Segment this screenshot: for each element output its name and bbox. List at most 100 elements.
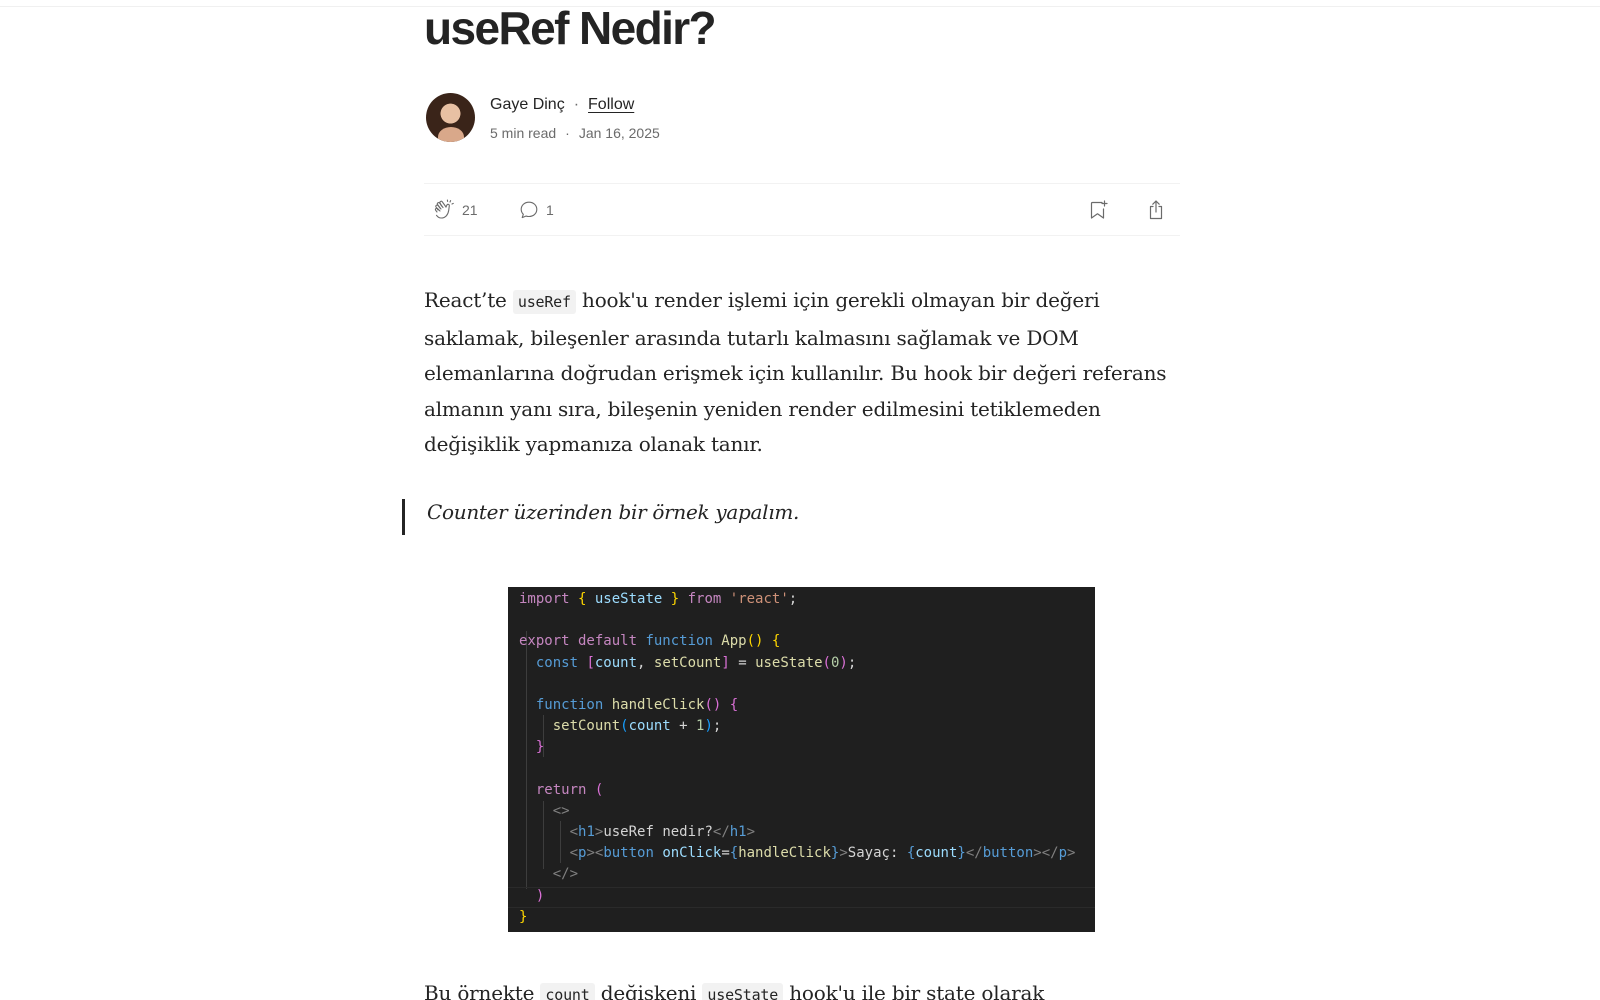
inline-code-useref: useRef (512, 290, 576, 314)
code-token: default (569, 633, 646, 650)
code-token: handleClick (611, 696, 705, 713)
code-token: < (519, 845, 579, 862)
article-title: useRef Nedir? (424, 2, 717, 54)
code-token: function (519, 696, 612, 713)
share-button[interactable] (1144, 184, 1168, 236)
code-token: useState (586, 591, 671, 607)
code-token: setCount (653, 654, 722, 671)
code-token: > (746, 824, 756, 841)
code-line: ) (519, 886, 1095, 907)
code-token: < (519, 824, 579, 841)
code-token: function (645, 633, 713, 650)
code-token: { (906, 845, 916, 862)
code-token: ; (712, 718, 722, 735)
code-token: useState (755, 654, 823, 671)
code-token: useRef nedir? (603, 824, 713, 841)
code-screenshot[interactable]: import { useState } from 'react'; export … (508, 587, 1095, 932)
meta-separator: · (565, 125, 570, 141)
code-token: count (915, 845, 958, 862)
bookmark-add-icon (1086, 198, 1110, 222)
following-text-1: Bu örnekte (424, 981, 541, 1000)
code-token: button (603, 845, 654, 862)
code-token: Sayaç: (847, 845, 907, 862)
save-button[interactable] (1086, 184, 1110, 236)
code-line: <> (519, 801, 1095, 822)
share-icon (1144, 198, 1168, 222)
code-token: ; (788, 591, 798, 607)
code-token: ) (519, 887, 545, 904)
code-token: } (519, 908, 528, 925)
intro-paragraph: React’te useRef hook'u render işlemi içi… (424, 283, 1180, 463)
code-line: function handleClick() { (519, 695, 1095, 716)
author-name[interactable]: Gaye Dinç (490, 96, 565, 114)
article-meta: 5 min read · Jan 16, 2025 (490, 125, 660, 141)
author-separator: · (573, 96, 580, 113)
code-token: </ (712, 824, 730, 841)
code-token: </ (965, 845, 983, 862)
code-token: >< (586, 845, 604, 862)
code-token: return (519, 781, 595, 798)
code-token: () (704, 696, 722, 713)
clap-count: 21 (462, 202, 478, 218)
code-token: h1 (578, 824, 595, 841)
publish-date: Jan 16, 2025 (578, 125, 660, 141)
code-token: setCount (519, 718, 621, 735)
code-token: const (519, 654, 587, 671)
blockquote: Counter üzerinden bir örnek yapalım. (427, 500, 800, 524)
code-token: ; (847, 654, 857, 671)
code-token: ) (704, 718, 713, 735)
code-token: } (670, 591, 680, 607)
comment-icon (518, 199, 540, 221)
code-token: + (670, 718, 697, 735)
article-action-bar: 21 1 (424, 183, 1180, 236)
code-token: } (957, 845, 966, 862)
code-token: ( (594, 781, 604, 798)
following-text-3: hook'u ile bir state olarak (783, 981, 1045, 1000)
code-token: } (519, 739, 545, 756)
code-line: const [count, setCount] = useState(0); (519, 653, 1095, 674)
follow-button[interactable]: Follow (588, 96, 634, 114)
read-time: 5 min read (490, 125, 557, 141)
code-token: p (1058, 845, 1068, 862)
following-paragraph: Bu örnekte count değişkeni useState hook… (424, 976, 1180, 1000)
code-line: </> (519, 864, 1095, 885)
code-token: , (637, 654, 654, 671)
responses-button[interactable]: 1 (518, 184, 554, 236)
code-token: h1 (729, 824, 747, 841)
code-token: count (594, 654, 638, 671)
code-line: } (519, 907, 1095, 928)
code-token: export (519, 633, 570, 650)
code-line: } (519, 737, 1095, 758)
code-line: <h1>useRef nedir?</h1> (519, 822, 1095, 843)
code-token: handleClick (738, 845, 831, 862)
code-line: <p><button onClick={handleClick}>Sayaç: … (519, 843, 1095, 864)
clap-button[interactable]: 21 (432, 184, 478, 236)
blockquote-bar (402, 499, 405, 535)
code-line: export default function App() { (519, 631, 1095, 652)
code-token: from (679, 591, 730, 607)
code-token: ) (839, 654, 848, 671)
code-token: [ (586, 654, 595, 671)
code-token: > (1067, 845, 1076, 862)
code-line: return ( (519, 780, 1095, 801)
code-token: { (771, 633, 781, 650)
clap-icon (432, 198, 456, 222)
response-count: 1 (546, 202, 554, 218)
author-avatar[interactable] (426, 93, 475, 142)
code-line: setCount(count + 1); (519, 716, 1095, 737)
code-token: onClick (653, 845, 722, 862)
code-token: </> (519, 866, 579, 883)
code-token: > (839, 845, 848, 862)
intro-text-start: React’te (424, 288, 513, 312)
code-token: () (746, 633, 764, 650)
code-token: = (729, 654, 756, 671)
inline-code-usestate: useState (702, 983, 784, 1000)
code-token: 'react' (729, 591, 789, 607)
following-text-2: değişkeni (594, 981, 703, 1000)
code-token: ( (620, 718, 629, 735)
